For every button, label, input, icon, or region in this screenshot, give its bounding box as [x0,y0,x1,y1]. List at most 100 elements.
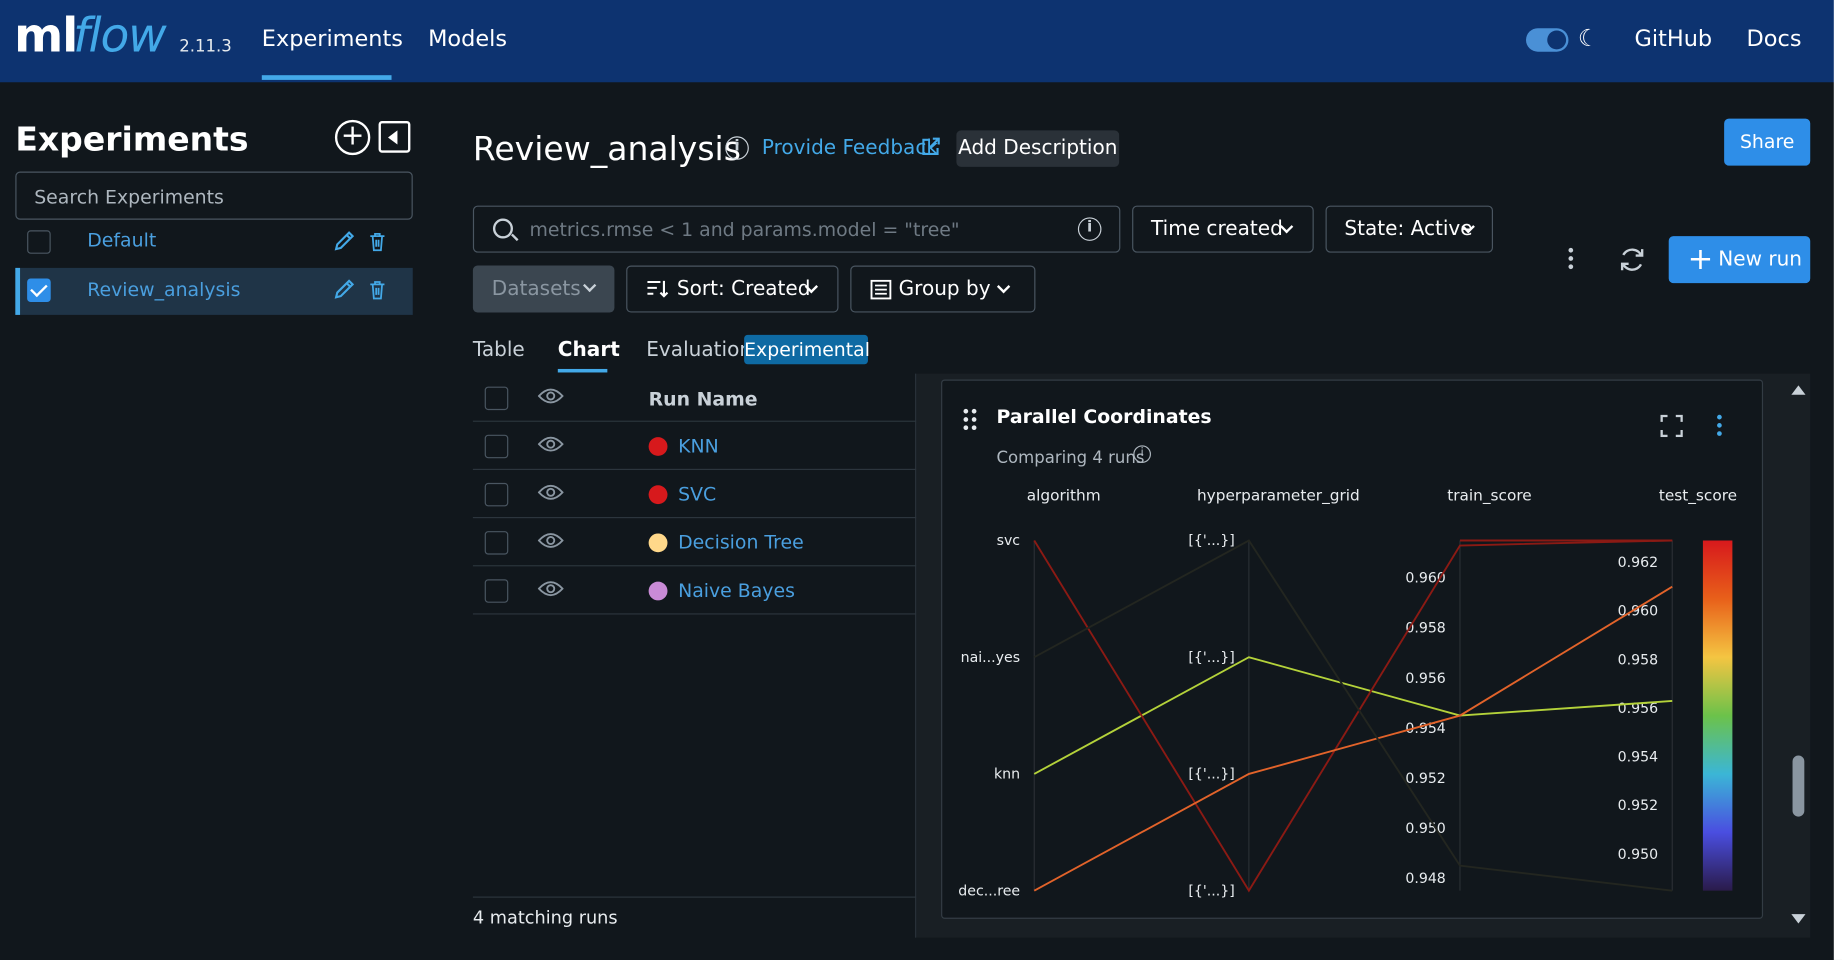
run-name-link[interactable]: SVC [678,483,716,505]
run-color-dot[interactable] [648,581,668,601]
logo-flow: flow [73,9,167,64]
top-navbar: ml flow 2.11.3 Experiments Models ☾ GitH… [0,0,1842,83]
axis-title: test_score [1659,487,1737,506]
scrollbar-thumb[interactable] [1792,755,1805,817]
run-color-dot[interactable] [648,437,668,456]
eye-icon[interactable] [537,484,564,500]
search-icon [492,218,513,239]
time-created-label: Time created [1150,217,1283,241]
axis-tick-label: dec...ree [958,883,1020,899]
share-button[interactable]: Share [1724,118,1811,166]
eye-icon[interactable] [537,580,564,597]
new-run-button[interactable]: + New run [1668,236,1811,284]
axis-tick-label: 0.950 [1618,847,1658,863]
eye-icon[interactable] [537,532,564,548]
delete-icon[interactable] [369,281,386,300]
state-label: State: Active [1344,217,1473,241]
more-options-icon[interactable] [1568,247,1574,272]
experimental-badge: Experimental [744,334,870,365]
add-description-button[interactable]: Add Description [956,130,1120,167]
axis-tick-label: knn [994,767,1020,783]
row-checkbox[interactable] [484,531,509,555]
colorbar [1702,540,1733,891]
search-help-icon[interactable]: i [1077,217,1102,241]
run-name-link[interactable]: KNN [678,435,719,457]
experiment-checkbox[interactable] [27,278,51,302]
group-icon [870,279,892,300]
table-row[interactable]: Decision Tree [472,518,917,567]
scroll-down-icon[interactable] [1791,914,1806,924]
time-created-dropdown[interactable]: Time created [1132,205,1314,253]
github-link[interactable]: GitHub [1635,26,1713,52]
axis-tick-label: [{'...}] [1188,767,1234,783]
axis-tick-label: [{'...}] [1188,650,1234,666]
sidebar-item-label[interactable]: Default [87,229,156,251]
runs-table: Run Name KNN SVC Decision Tree Naive Bay… [472,374,917,938]
axis-tick-label: 0.952 [1405,771,1445,787]
axis-title: algorithm [1027,487,1101,505]
table-row[interactable]: Naive Bayes [472,566,917,615]
sort-icon [647,280,669,298]
axis-tick-label: [{'...}] [1188,533,1234,549]
axis-title: train_score [1447,487,1532,506]
run-name-header[interactable]: Run Name [649,388,758,410]
eye-icon[interactable] [537,436,564,452]
axis-tick-label: svc [997,533,1021,549]
nav-tab-experiments[interactable]: Experiments [262,26,403,52]
edit-icon[interactable] [334,230,355,251]
logo-ml: ml [14,9,78,64]
tab-evaluation[interactable]: Evaluation [646,338,752,362]
external-link-icon [922,137,940,155]
plus-icon: + [1687,242,1714,278]
app-root: ml flow 2.11.3 Experiments Models ☾ GitH… [0,0,1842,960]
edit-icon[interactable] [334,278,355,299]
sidebar-item-default[interactable]: Default [15,219,412,266]
eye-icon[interactable] [537,388,564,404]
nav-tab-models[interactable]: Models [428,26,507,52]
docs-link[interactable]: Docs [1747,26,1802,52]
nav-active-indicator [261,75,392,80]
provide-feedback-link[interactable]: Provide Feedback [762,136,938,160]
active-tab-indicator [557,368,608,373]
parallel-coordinates-card: Parallel Coordinates Comparing 4 runs i … [941,379,1764,920]
tab-table[interactable]: Table [473,338,525,362]
sidebar-title: Experiments [15,119,249,159]
sort-dropdown[interactable]: Sort: Created [626,265,839,313]
run-search-input[interactable]: metrics.rmse < 1 and params.model = "tre… [472,205,1121,253]
experiment-checkbox[interactable] [27,230,51,254]
refresh-icon[interactable] [1618,246,1646,274]
sidebar-item-label[interactable]: Review_analysis [87,278,240,300]
row-checkbox[interactable] [484,482,509,507]
info-icon[interactable]: i [725,136,749,160]
run-name-link[interactable]: Decision Tree [678,531,804,553]
run-color-dot[interactable] [648,485,668,505]
row-checkbox[interactable] [484,434,509,459]
sidebar-item-review-analysis[interactable]: Review_analysis [15,267,413,315]
table-row[interactable]: SVC [472,470,917,519]
table-row[interactable]: KNN [472,422,917,470]
mlflow-logo[interactable]: ml flow [14,5,179,71]
delete-icon[interactable] [369,232,386,252]
add-experiment-icon[interactable]: + [334,119,371,156]
theme-toggle[interactable] [1526,28,1569,52]
run-name-link[interactable]: Naive Bayes [678,579,795,601]
axis-tick-label: 0.956 [1405,671,1445,687]
matching-runs-count: 4 matching runs [472,907,618,929]
scroll-up-icon[interactable] [1791,385,1806,395]
state-dropdown[interactable]: State: Active [1325,205,1493,253]
datasets-dropdown[interactable]: Datasets [472,265,615,313]
run-color-dot[interactable] [648,533,668,553]
parallel-coordinates-plot[interactable]: algorithm hyperparameter_grid train_score t… [942,381,1764,920]
search-experiments-input[interactable]: Search Experiments [15,171,413,220]
axis-tick-label: [{'...}] [1188,883,1234,899]
axis-tick-label: 0.954 [1618,750,1658,766]
group-by-dropdown[interactable]: Group by [850,265,1036,313]
scrollbar[interactable] [1789,380,1807,932]
tab-chart[interactable]: Chart [558,338,620,362]
datasets-label: Datasets [491,277,581,301]
collapse-sidebar-icon[interactable] [378,121,411,153]
axis-title: hyperparameter_grid [1197,487,1360,506]
axis-tick-label: 0.958 [1618,652,1658,668]
row-checkbox[interactable] [484,579,509,603]
select-all-checkbox[interactable] [484,386,509,411]
